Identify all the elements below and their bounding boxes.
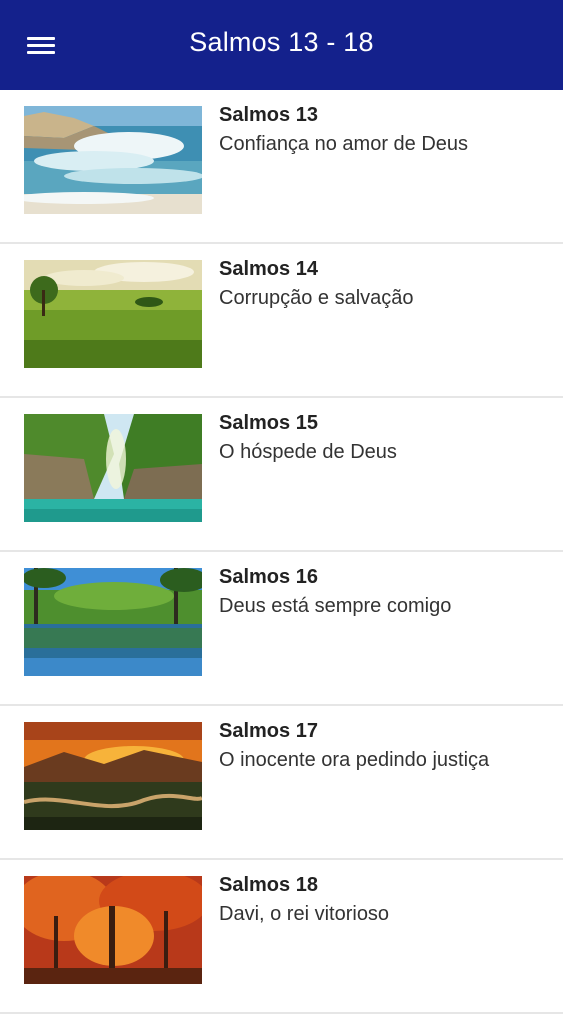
item-title: Salmos 14 — [219, 258, 318, 280]
list-item-salmos-14[interactable]: Salmos 14 Corrupção e salvação — [0, 244, 563, 398]
list-item-salmos-13[interactable]: Salmos 13 Confiança no amor de Deus — [0, 90, 563, 244]
green-meadow-image — [24, 260, 202, 368]
list-item-salmos-18[interactable]: Salmos 18 Davi, o rei vitorioso — [0, 860, 563, 1014]
item-subtitle: O hóspede de Deus — [219, 441, 397, 463]
item-title: Salmos 17 — [219, 720, 318, 742]
item-title: Salmos 15 — [219, 412, 318, 434]
psalm-list: Salmos 13 Confiança no amor de Deus Salm… — [0, 90, 563, 1014]
autumn-forest-image — [24, 876, 202, 984]
app-bar: Salmos 13 - 18 — [0, 0, 563, 90]
item-subtitle: O inocente ora pedindo justiça — [219, 749, 490, 771]
item-title: Salmos 18 — [219, 874, 318, 896]
forest-lake-reflection-image — [24, 568, 202, 676]
ocean-waves-image — [24, 106, 202, 214]
list-item-salmos-16[interactable]: Salmos 16 Deus está sempre comigo — [0, 552, 563, 706]
item-subtitle: Deus está sempre comigo — [219, 595, 452, 617]
item-subtitle: Confiança no amor de Deus — [219, 133, 469, 155]
item-subtitle: Corrupção e salvação — [219, 287, 414, 309]
tropical-cliffs-image — [24, 414, 202, 522]
item-title: Salmos 13 — [219, 104, 318, 126]
list-item-salmos-15[interactable]: Salmos 15 O hóspede de Deus — [0, 398, 563, 552]
sunset-valley-image — [24, 722, 202, 830]
item-subtitle: Davi, o rei vitorioso — [219, 903, 390, 925]
list-item-salmos-17[interactable]: Salmos 17 O inocente ora pedindo justiça — [0, 706, 563, 860]
page-title: Salmos 13 - 18 — [189, 27, 374, 57]
item-title: Salmos 16 — [219, 566, 318, 588]
